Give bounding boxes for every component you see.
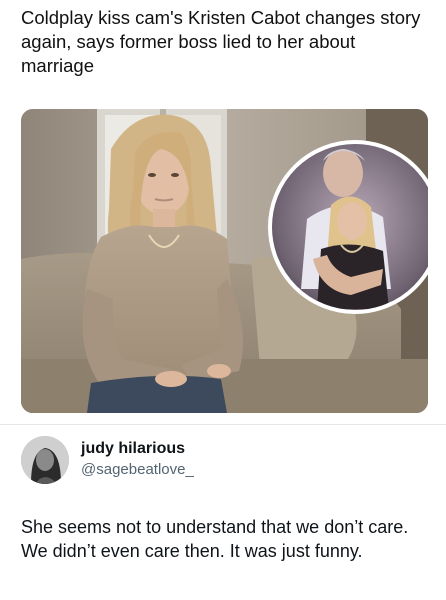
avatar[interactable] bbox=[21, 436, 69, 484]
divider bbox=[0, 424, 446, 425]
article-headline: Coldplay kiss cam's Kristen Cabot change… bbox=[21, 7, 421, 76]
reply-handle[interactable]: @sagebeatlove_ bbox=[81, 461, 194, 478]
reply-display-name[interactable]: judy hilarious bbox=[81, 440, 185, 458]
reply-text: She seems not to understand that we don’… bbox=[21, 517, 409, 561]
article-photo[interactable] bbox=[21, 109, 428, 413]
